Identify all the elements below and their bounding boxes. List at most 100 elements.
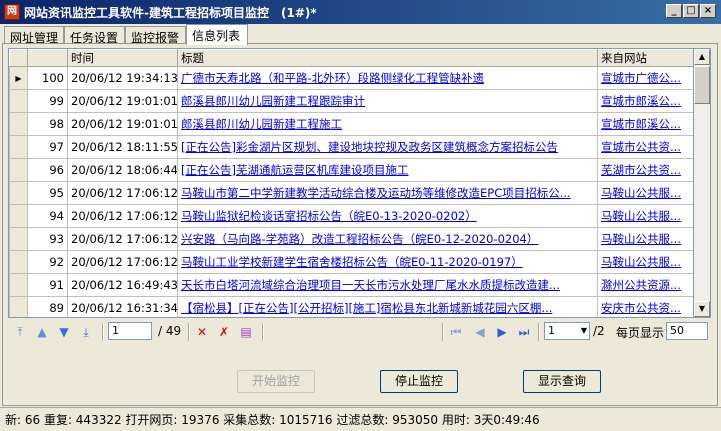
separator: [188, 323, 190, 341]
prev-page-icon[interactable]: ◀: [472, 324, 488, 340]
header-id: [27, 49, 68, 67]
table-row[interactable]: 99 20/06/12 19:01:01 郎溪县郎川幼儿园新建工程跟踪审计 宣城市郎溪…: [9, 89, 693, 113]
window-title: 网站资讯监控工具软件-建筑工程招标项目监控 (1#)*: [24, 6, 317, 20]
row-id: 91: [27, 273, 68, 297]
tab-task-settings[interactable]: 任务设置: [64, 26, 125, 45]
row-id: 89: [27, 296, 68, 317]
show-query-button[interactable]: 显示查询: [523, 370, 601, 393]
tab-monitor-alarm[interactable]: 监控报警: [125, 26, 186, 45]
row-id: 93: [27, 227, 68, 251]
next-page-icon[interactable]: ▶: [494, 324, 510, 340]
row-id: 92: [27, 250, 68, 274]
maximize-button[interactable]: □: [683, 4, 699, 18]
delete-icon[interactable]: ✕: [194, 324, 210, 340]
start-monitor-button[interactable]: 开始监控: [237, 370, 315, 393]
minimize-button[interactable]: _: [666, 4, 682, 18]
row-source-link[interactable]: 马鞍山公共服...: [597, 204, 693, 228]
row-source-link[interactable]: 芜湖市公共资...: [597, 158, 693, 182]
table-row[interactable]: 91 20/06/12 16:49:43 天长市白塔河流域综合治理项目一天长市污水处…: [9, 273, 693, 297]
info-grid[interactable]: 时间 标题 来自网站 ▶ 100 20/06/12 19:34:13 广德市天寿北路（…: [8, 48, 694, 318]
app-logo-icon: 网: [4, 4, 20, 20]
table-row[interactable]: 94 20/06/12 17:06:12 马鞍山监狱纪检谈话室招标公告（皖E0-13…: [9, 204, 693, 228]
table-row[interactable]: 92 20/06/12 17:06:12 马鞍山工业学校新建学生宿舍楼招标公告（皖E…: [9, 250, 693, 274]
title-bar[interactable]: 网 网站资讯监控工具软件-建筑工程招标项目监控 (1#)* _ □ ×: [0, 0, 721, 24]
stop-monitor-button[interactable]: 停止监控: [380, 370, 458, 393]
table-row[interactable]: 97 20/06/12 18:11:55 [正在公告]彩金湖片区规划、建设地块控规及…: [9, 135, 693, 159]
row-title-link[interactable]: 马鞍山监狱纪检谈话室招标公告（皖E0-13-2020-0202）: [177, 204, 598, 228]
row-source-link[interactable]: 马鞍山公共服...: [597, 250, 693, 274]
move-last-icon[interactable]: ⤓: [78, 324, 94, 340]
table-row[interactable]: 98 20/06/12 19:01:01 郎溪县郎川幼儿园新建工程施工 宣城市郎溪公.…: [9, 112, 693, 136]
row-source-link[interactable]: 宣城市广德公...: [597, 66, 693, 90]
row-indicator: [9, 204, 28, 228]
row-time: 20/06/12 17:06:12: [67, 250, 178, 274]
row-indicator: [9, 296, 28, 317]
row-title-link[interactable]: [正在公告]彩金湖片区规划、建设地块控规及政务区建筑概念方案招标公告: [177, 135, 598, 159]
row-time: 20/06/12 18:11:55: [67, 135, 178, 159]
row-source-link[interactable]: 宣城市郎溪公...: [597, 112, 693, 136]
row-indicator: [9, 250, 28, 274]
tab-url-management[interactable]: 网址管理: [4, 26, 64, 45]
database-clear-icon[interactable]: ▤: [238, 324, 254, 340]
row-title-link[interactable]: 【宿松县】[正在公告][公开招标][施工]宿松县东北新城新城花园六区棚...: [177, 296, 598, 317]
move-first-icon[interactable]: ⤒: [12, 324, 28, 340]
scroll-up-icon[interactable]: ▲: [694, 49, 710, 65]
scroll-thumb[interactable]: [694, 66, 710, 104]
row-id: 99: [27, 89, 68, 113]
table-row[interactable]: 93 20/06/12 17:06:12 兴安路（马向路-学苑路）改造工程招标公告（…: [9, 227, 693, 251]
row-time: 20/06/12 19:01:01: [67, 89, 178, 113]
table-row[interactable]: 95 20/06/12 17:06:12 马鞍山市第二中学新建教学活动综合楼及运动场…: [9, 181, 693, 205]
chevron-down-icon[interactable]: ▼: [581, 323, 587, 339]
tab-info-list[interactable]: 信息列表: [186, 24, 248, 45]
current-item-input[interactable]: 1: [108, 322, 152, 340]
per-page-input[interactable]: 50: [666, 322, 708, 340]
first-page-icon[interactable]: ⏮: [448, 324, 464, 340]
row-title-link[interactable]: [正在公告]芜湖通航运营区机库建设项目施工: [177, 158, 598, 182]
header-source[interactable]: 来自网站: [597, 49, 693, 67]
row-source-link[interactable]: 马鞍山公共服...: [597, 227, 693, 251]
delete-all-icon[interactable]: ✗: [216, 324, 232, 340]
row-source-link[interactable]: 滁州公共资源...: [597, 273, 693, 297]
close-button[interactable]: ×: [700, 4, 716, 18]
row-id: 98: [27, 112, 68, 136]
move-down-icon[interactable]: ▼: [56, 324, 72, 340]
page-select[interactable]: 1 ▼: [544, 322, 590, 340]
row-title-link[interactable]: 马鞍山市第二中学新建教学活动综合楼及运动场等维修改造EPC项目招标公...: [177, 181, 598, 205]
row-source-link[interactable]: 安庆市公共资...: [597, 296, 693, 317]
header-time[interactable]: 时间: [67, 49, 178, 67]
row-id: 94: [27, 204, 68, 228]
move-up-icon[interactable]: ▲: [34, 324, 50, 340]
grid-vertical-scrollbar[interactable]: ▲ ▼: [694, 48, 711, 318]
row-time: 20/06/12 18:06:44: [67, 158, 178, 182]
row-id: 97: [27, 135, 68, 159]
row-indicator: [9, 89, 28, 113]
row-source-link[interactable]: 马鞍山公共服...: [597, 181, 693, 205]
per-page-label: 每页显示: [616, 326, 665, 340]
row-id: 96: [27, 158, 68, 182]
table-row[interactable]: 96 20/06/12 18:06:44 [正在公告]芜湖通航运营区机库建设项目施工…: [9, 158, 693, 182]
table-row[interactable]: ▶ 100 20/06/12 19:34:13 广德市天寿北路（和平路-北外环）段路侧…: [9, 66, 693, 90]
header-title[interactable]: 标题: [177, 49, 598, 67]
row-indicator: [9, 273, 28, 297]
page-total-label: /2: [593, 324, 605, 338]
record-navigator: ⤒ ▲ ▼ ⤓ 1 / 49 ✕ ✗ ▤ ⏮ ◀ ▶ ⏭ 1 ▼ /2 每页显示…: [8, 320, 712, 344]
row-title-link[interactable]: 马鞍山工业学校新建学生宿舍楼招标公告（皖E0-11-2020-0197）: [177, 250, 598, 274]
table-row[interactable]: 89 20/06/12 16:31:34 【宿松县】[正在公告][公开招标][施工]…: [9, 296, 693, 317]
row-source-link[interactable]: 宣城市郎溪公...: [597, 89, 693, 113]
separator: [102, 323, 104, 341]
row-title-link[interactable]: 兴安路（马向路-学苑路）改造工程招标公告（皖E0-12-2020-0204）: [177, 227, 598, 251]
scroll-down-icon[interactable]: ▼: [694, 301, 710, 317]
row-title-link[interactable]: 郎溪县郎川幼儿园新建工程施工: [177, 112, 598, 136]
row-indicator: [9, 181, 28, 205]
row-title-link[interactable]: 天长市白塔河流域综合治理项目一天长市污水处理厂尾水水质提标改造建...: [177, 273, 598, 297]
row-source-link[interactable]: 宣城市公共资...: [597, 135, 693, 159]
row-time: 20/06/12 19:34:13: [67, 66, 178, 90]
row-time: 20/06/12 17:06:12: [67, 227, 178, 251]
row-title-link[interactable]: 郎溪县郎川幼儿园新建工程跟踪审计: [177, 89, 598, 113]
status-text: 新: 66 重复: 443322 打开网页: 19376 采集总数: 10157…: [5, 413, 540, 427]
separator: [538, 323, 540, 341]
row-title-link[interactable]: 广德市天寿北路（和平路-北外环）段路侧绿化工程管缺补遗: [177, 66, 598, 90]
row-time: 20/06/12 16:49:43: [67, 273, 178, 297]
info-table: 时间 标题 来自网站 ▶ 100 20/06/12 19:34:13 广德市天寿北路（…: [9, 49, 693, 317]
last-page-icon[interactable]: ⏭: [516, 324, 532, 340]
